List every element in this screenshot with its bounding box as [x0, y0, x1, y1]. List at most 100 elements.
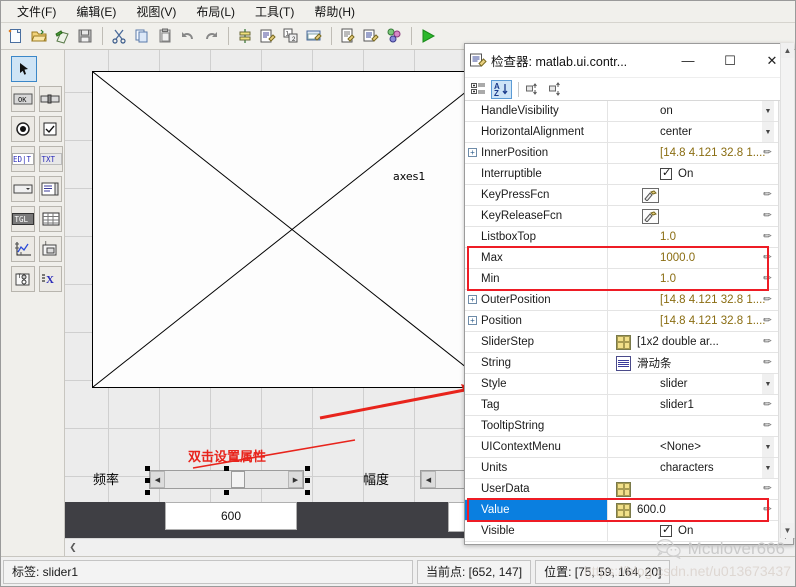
chevron-down-icon[interactable]: ▼ — [762, 458, 774, 478]
toolbar-editor-icon[interactable] — [303, 25, 325, 47]
chevron-down-icon[interactable]: ▼ — [762, 437, 774, 457]
activex-tool[interactable]: X — [38, 266, 62, 292]
property-name[interactable]: HorizontalAlignment — [465, 122, 608, 142]
pencil-edit-icon[interactable]: ✎ — [761, 188, 775, 202]
property-name[interactable]: String — [465, 353, 608, 373]
property-row[interactable]: Max 1000.0 ✎ — [465, 248, 778, 269]
slider1-widget[interactable]: ◀ ▶ — [149, 470, 304, 489]
property-value[interactable]: on ▼ — [608, 101, 778, 121]
alphabetic-sort-icon[interactable]: AZ — [491, 79, 512, 99]
scroll-left-icon[interactable]: ❮ — [65, 540, 81, 556]
selection-handle[interactable] — [305, 490, 310, 495]
chevron-down-icon[interactable]: ▼ — [762, 101, 774, 121]
property-row[interactable]: Tag slider1 ✎ — [465, 395, 778, 416]
selection-handle[interactable] — [145, 478, 150, 483]
frequency-static-text[interactable]: 频率 — [93, 469, 119, 488]
property-value[interactable]: 1000.0 ✎ — [608, 248, 778, 268]
property-row[interactable]: String 滑动条 ✎ — [465, 353, 778, 374]
property-name[interactable]: KeyPressFcn — [465, 185, 608, 205]
pencil-edit-icon[interactable]: ✎ — [761, 398, 775, 412]
paste-icon[interactable] — [154, 25, 176, 47]
amplitude-static-text[interactable]: 幅度 — [363, 469, 389, 488]
pencil-edit-icon[interactable]: ✎ — [761, 335, 775, 349]
property-name[interactable]: Style — [465, 374, 608, 394]
property-value[interactable]: [14.8 4.121 32.8 1.... ✎ — [608, 311, 778, 331]
slider-thumb[interactable] — [231, 471, 245, 488]
property-name[interactable]: TooltipString — [465, 416, 608, 436]
listbox-tool[interactable] — [38, 176, 62, 202]
object-browser-icon[interactable] — [383, 25, 405, 47]
property-name[interactable]: HandleVisibility — [465, 101, 608, 121]
property-value[interactable]: slider1 ✎ — [608, 395, 778, 415]
selection-handle[interactable] — [224, 490, 229, 495]
static-text-tool[interactable]: TXT — [39, 146, 63, 172]
property-value[interactable]: center ▼ — [608, 122, 778, 142]
pencil-edit-icon[interactable]: ✎ — [761, 272, 775, 286]
open-folder-icon[interactable] — [28, 25, 50, 47]
pencil-edit-icon[interactable]: ✎ — [761, 503, 775, 517]
function-handle-icon[interactable] — [642, 208, 659, 224]
property-name[interactable]: + OuterPosition — [465, 290, 608, 310]
panel-tool[interactable]: T — [38, 236, 62, 262]
chevron-down-icon[interactable]: ▼ — [762, 122, 774, 142]
property-row[interactable]: HorizontalAlignment center ▼ — [465, 122, 778, 143]
property-inspector-window[interactable]: 检查器: matlab.ui.contr... — ☐ ✕ AZ HandleV… — [464, 43, 794, 545]
property-name[interactable]: UIContextMenu — [465, 437, 608, 457]
pencil-edit-icon[interactable]: ✎ — [761, 251, 775, 265]
function-handle-icon[interactable] — [642, 187, 659, 203]
cut-icon[interactable] — [108, 25, 130, 47]
property-value[interactable]: ✎ — [608, 479, 778, 499]
property-value[interactable]: <None> ▼ — [608, 437, 778, 457]
menu-editor-icon[interactable] — [257, 25, 279, 47]
checkbox-tool[interactable] — [38, 116, 62, 142]
window-scroll-down-icon[interactable]: ▼ — [781, 523, 794, 538]
inspector-title-bar[interactable]: 检查器: matlab.ui.contr... — ☐ ✕ — [465, 44, 793, 78]
selection-handle[interactable] — [145, 466, 150, 471]
window-scroll-up-icon[interactable]: ▲ — [781, 43, 794, 58]
menu-tools[interactable]: 工具(T) — [245, 1, 304, 23]
property-value[interactable]: 滑动条 ✎ — [608, 353, 778, 373]
chevron-down-icon[interactable]: ▼ — [762, 374, 774, 394]
array-editor-icon[interactable] — [616, 334, 631, 350]
menu-view[interactable]: 视图(V) — [126, 1, 186, 23]
property-name[interactable]: Value — [465, 500, 608, 520]
property-row[interactable]: SliderStep [1x2 double ar... ✎ — [465, 332, 778, 353]
pencil-edit-icon[interactable]: ✎ — [761, 230, 775, 244]
array-editor-icon[interactable] — [616, 502, 631, 518]
expand-plus-icon[interactable]: + — [468, 316, 477, 325]
button-group-tool[interactable]: T — [11, 266, 35, 292]
property-value[interactable]: [1x2 double ar... ✎ — [608, 332, 778, 352]
edit-text-tool[interactable]: ED|T — [11, 146, 35, 172]
pencil-edit-icon[interactable]: ✎ — [761, 419, 775, 433]
string-editor-icon[interactable] — [616, 355, 631, 371]
maximize-button[interactable]: ☐ — [709, 44, 751, 77]
m-file-editor-icon[interactable] — [337, 25, 359, 47]
new-file-icon[interactable] — [5, 25, 27, 47]
array-editor-icon[interactable] — [616, 481, 631, 497]
tab-order-icon[interactable]: 12 — [280, 25, 302, 47]
menu-help[interactable]: 帮助(H) — [304, 1, 365, 23]
collapse-all-icon[interactable] — [546, 80, 567, 99]
property-name[interactable]: Units — [465, 458, 608, 478]
property-name[interactable]: Min — [465, 269, 608, 289]
checkbox-icon[interactable] — [660, 166, 672, 180]
pencil-edit-icon[interactable]: ✎ — [761, 209, 775, 223]
property-name[interactable]: Tag — [465, 395, 608, 415]
slider-left-arrow-icon[interactable]: ◀ — [150, 471, 165, 488]
undo-icon[interactable] — [177, 25, 199, 47]
push-button-tool[interactable]: OK — [11, 86, 35, 112]
axes1-placeholder[interactable]: axes1 — [92, 71, 492, 388]
property-value[interactable]: 1.0 ✎ — [608, 269, 778, 289]
radio-button-tool[interactable] — [11, 116, 35, 142]
property-name[interactable]: UserData — [465, 479, 608, 499]
run-icon[interactable] — [417, 25, 439, 47]
property-name[interactable]: Interruptible — [465, 164, 608, 184]
expand-plus-icon[interactable]: + — [468, 148, 477, 157]
table-tool[interactable] — [39, 206, 62, 232]
selection-handle[interactable] — [305, 478, 310, 483]
menu-edit[interactable]: 编辑(E) — [66, 1, 126, 23]
property-row[interactable]: Style slider ▼ — [465, 374, 778, 395]
select-arrow-tool[interactable] — [11, 56, 37, 82]
menu-file[interactable]: 文件(F) — [7, 1, 66, 23]
pencil-edit-icon[interactable]: ✎ — [761, 482, 775, 496]
